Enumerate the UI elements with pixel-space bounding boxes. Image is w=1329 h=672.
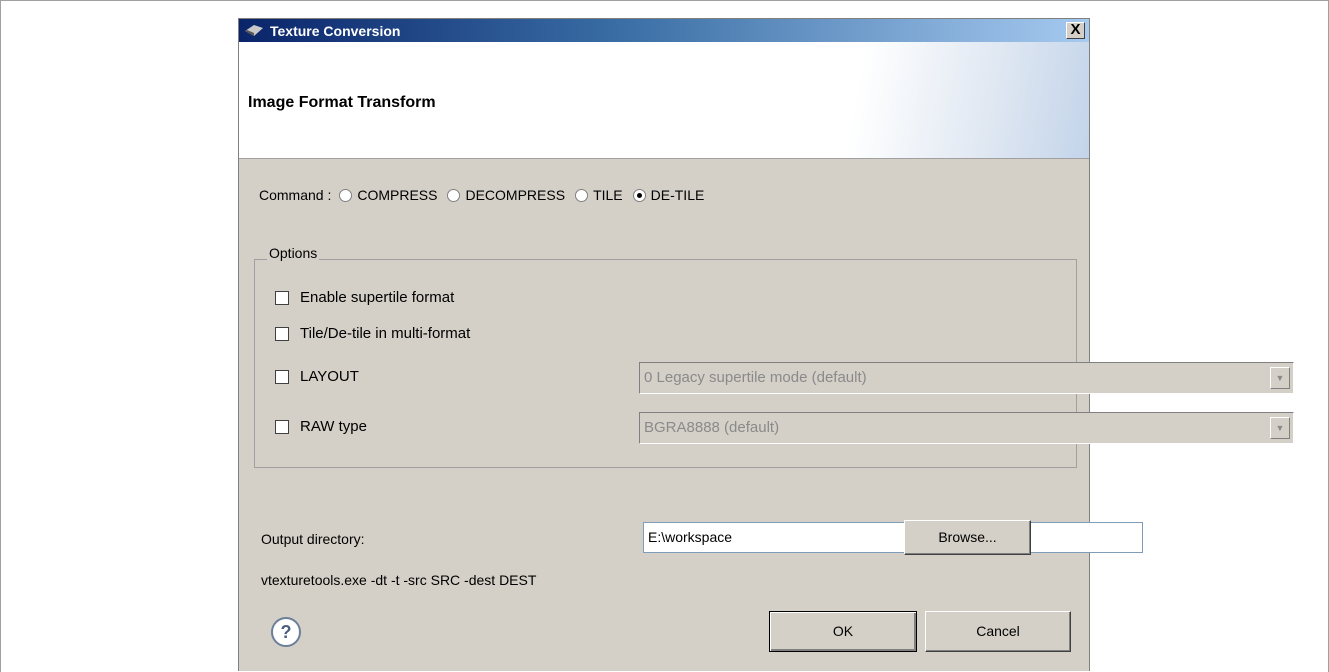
radio-de-tile[interactable]: DE-TILE [632, 187, 705, 203]
banner-title: Image Format Transform [248, 94, 436, 111]
radio-tile[interactable]: TILE [575, 187, 623, 203]
radio-button[interactable] [575, 188, 589, 202]
layout-checkbox-row[interactable]: LAYOUT [275, 368, 359, 385]
multiformat-label: Tile/De-tile in multi-format [300, 325, 471, 342]
supertile-checkbox[interactable] [275, 290, 289, 305]
dialog-banner: Image Format Transform [239, 42, 1089, 159]
command-row: Command : COMPRESS DECOMPRESS TILE DE-TI… [259, 187, 714, 203]
layout-select[interactable]: 0 Legacy supertile mode (default) ▼ [639, 362, 1294, 394]
layout-label: LAYOUT [300, 368, 359, 385]
multiformat-checkbox-row[interactable]: Tile/De-tile in multi-format [275, 325, 470, 342]
radio-label: DE-TILE [650, 187, 705, 203]
raw-type-select-value: BGRA8888 (default) [644, 419, 780, 436]
texture-conversion-dialog: Texture Conversion X Image Format Transf… [238, 18, 1294, 671]
radio-label: COMPRESS [357, 187, 438, 203]
output-directory-input[interactable]: E:\workspace [643, 522, 1143, 553]
close-icon: X [1070, 21, 1081, 38]
multiformat-checkbox[interactable] [275, 326, 289, 341]
dialog-title: Texture Conversion [270, 23, 401, 39]
radio-compress[interactable]: COMPRESS [339, 187, 437, 203]
raw-type-select[interactable]: BGRA8888 (default) ▼ [639, 412, 1294, 444]
radio-label: DECOMPRESS [465, 187, 566, 203]
layout-select-value: 0 Legacy supertile mode (default) [644, 369, 867, 386]
radio-label: TILE [593, 187, 623, 203]
help-icon[interactable]: ? [271, 617, 301, 647]
radio-decompress[interactable]: DECOMPRESS [447, 187, 565, 203]
app-icon [245, 25, 263, 36]
raw-type-checkbox[interactable] [275, 419, 289, 434]
chevron-down-icon[interactable]: ▼ [1270, 417, 1290, 439]
output-directory-label: Output directory: [261, 531, 365, 547]
close-button[interactable]: X [1066, 22, 1085, 39]
browse-button[interactable]: Browse... [904, 520, 1031, 555]
ok-button[interactable]: OK [769, 611, 917, 652]
raw-type-label: RAW type [300, 418, 367, 435]
command-preview: vtexturetools.exe -dt -t -src SRC -dest … [261, 572, 537, 588]
dialog-titlebar[interactable]: Texture Conversion X [239, 19, 1089, 42]
supertile-checkbox-row[interactable]: Enable supertile format [275, 289, 454, 306]
command-label: Command : [259, 187, 332, 203]
radio-button-selected[interactable] [632, 188, 646, 202]
chevron-down-icon[interactable]: ▼ [1270, 367, 1290, 389]
radio-button[interactable] [447, 188, 461, 202]
layout-checkbox[interactable] [275, 369, 289, 384]
supertile-label: Enable supertile format [300, 289, 455, 306]
radio-button[interactable] [339, 188, 353, 202]
raw-type-checkbox-row[interactable]: RAW type [275, 418, 367, 435]
cancel-button[interactable]: Cancel [925, 611, 1071, 652]
options-legend: Options [267, 245, 320, 261]
